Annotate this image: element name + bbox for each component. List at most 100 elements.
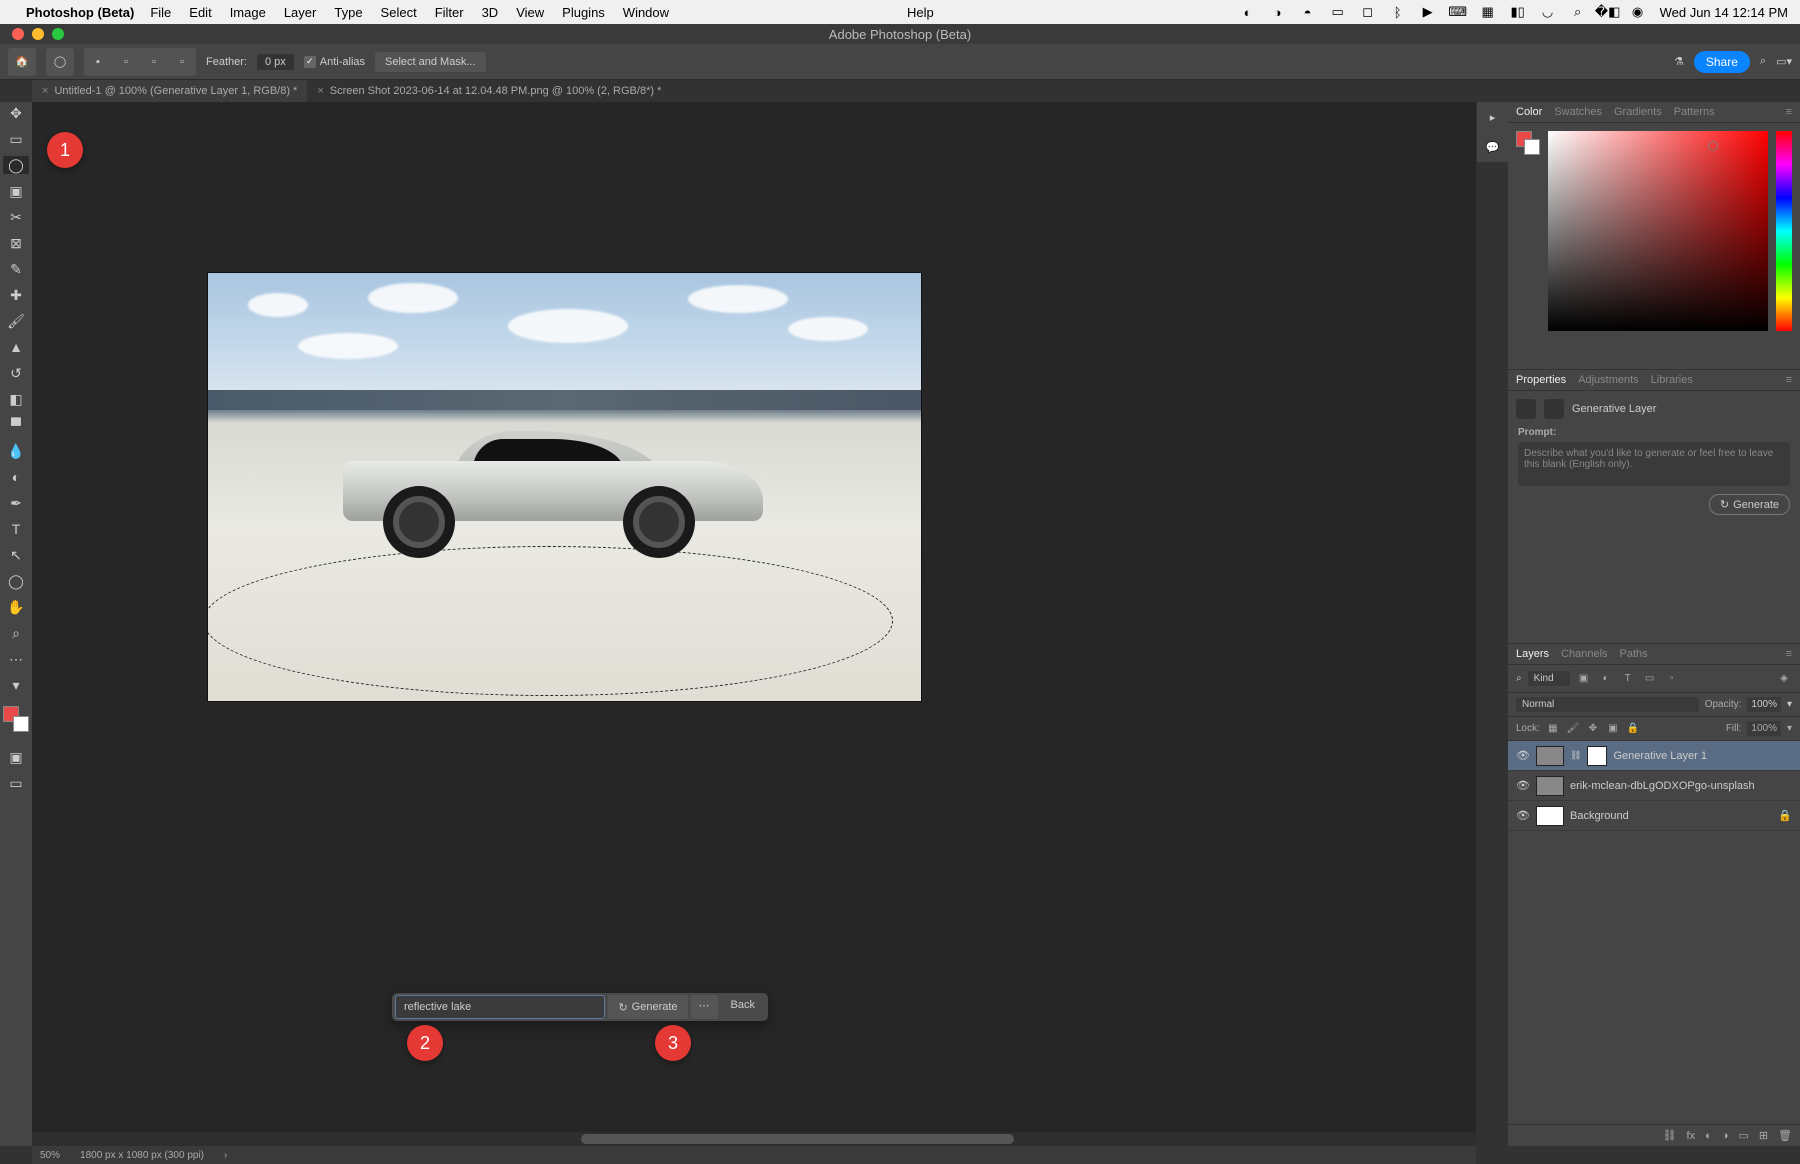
menu-file[interactable]: File [150,5,171,20]
brush-tool[interactable]: 🖌 [3,312,29,330]
prompt-textarea[interactable]: Describe what you'd like to generate or … [1518,442,1790,486]
eraser-tool[interactable]: ◧ [3,390,29,408]
foreground-background-colors[interactable] [3,706,29,732]
filter-pixel-icon[interactable]: ▣ [1576,672,1592,686]
maximize-window-button[interactable] [52,28,64,40]
menu-window[interactable]: Window [623,5,669,20]
close-window-button[interactable] [12,28,24,40]
layer-name[interactable]: erik-mclean-dbLgODXOPgo-unsplash [1570,780,1755,792]
status-icon-2[interactable]: ◑ [1270,4,1286,20]
select-and-mask-button[interactable]: Select and Mask... [375,52,486,72]
layer-thumbnail[interactable] [1536,746,1564,766]
layer-name[interactable]: Background [1570,810,1629,822]
document-tab-1[interactable]: × Untitled-1 @ 100% (Generative Layer 1,… [32,80,307,102]
filter-adjust-icon[interactable]: ◐ [1598,672,1614,686]
status-icon-1[interactable]: ◐ [1240,4,1256,20]
link-icon[interactable]: ⛓ [1570,750,1581,761]
close-tab-icon[interactable]: × [42,85,48,97]
more-options-button[interactable]: ⋯ [691,995,718,1019]
screen-mode-icon[interactable]: ▭ [3,774,29,792]
document-canvas[interactable] [207,272,922,702]
layer-thumbnail[interactable] [1536,776,1564,796]
hand-tool[interactable]: ✋ [3,598,29,616]
generate-button[interactable]: ↻ Generate [608,995,687,1019]
opacity-value[interactable]: 100% [1747,697,1781,712]
visibility-icon[interactable]: 👁 [1516,749,1530,762]
filter-smart-icon[interactable]: ▫ [1664,672,1680,686]
tab-swatches[interactable]: Swatches [1554,106,1602,118]
minimize-window-button[interactable] [32,28,44,40]
tab-libraries[interactable]: Libraries [1651,374,1693,386]
marquee-tool[interactable]: ▭ [3,130,29,148]
antialias-checkbox[interactable]: ✓ Anti-alias [304,56,365,68]
menu-filter[interactable]: Filter [435,5,464,20]
menu-select[interactable]: Select [381,5,417,20]
layer-name[interactable]: Generative Layer 1 [1613,750,1707,762]
background-swatch[interactable] [1524,139,1540,155]
visibility-icon[interactable]: 👁 [1516,779,1530,792]
properties-generate-button[interactable]: ↻ Generate [1709,494,1790,515]
clock[interactable]: Wed Jun 14 12:14 PM [1660,5,1788,20]
background-color-swatch[interactable] [13,716,29,732]
link-layers-icon[interactable]: ⛓ [1663,1129,1677,1142]
panel-menu-icon[interactable]: ≡ [1786,648,1792,660]
layer-fx-icon[interactable]: fx [1687,1130,1696,1142]
visibility-icon[interactable]: 👁 [1516,809,1530,822]
play-icon[interactable]: ▶ [1420,4,1436,20]
screen-icon[interactable]: ◻ [1360,4,1376,20]
workspace-icon[interactable]: ▭▾ [1776,55,1792,68]
tab-properties[interactable]: Properties [1516,374,1566,386]
lock-image-icon[interactable]: 🖌 [1566,723,1580,734]
lock-transparent-icon[interactable]: ▦ [1546,723,1560,734]
chevron-down-icon[interactable]: ▾ [1787,699,1792,710]
tab-channels[interactable]: Channels [1561,648,1607,660]
subtract-selection-icon[interactable]: ▫ [142,50,166,74]
document-info[interactable]: 1800 px x 1080 px (300 ppi) [80,1150,204,1161]
edit-toolbar[interactable]: ▾ [3,676,29,694]
intersect-selection-icon[interactable]: ▫ [170,50,194,74]
clone-stamp-tool[interactable]: ▲ [3,338,29,356]
canvas-area[interactable]: reflective lake ↻ Generate ⋯ Back 1 2 3 [32,102,1476,1146]
pen-tool[interactable]: ✒ [3,494,29,512]
tab-patterns[interactable]: Patterns [1674,106,1715,118]
folder-icon[interactable]: ▭ [1330,4,1346,20]
zoom-tool[interactable]: ⌕ [3,624,29,642]
path-select-tool[interactable]: ↖ [3,546,29,564]
menu-edit[interactable]: Edit [189,5,211,20]
fill-value[interactable]: 100% [1747,721,1781,736]
lock-artboard-icon[interactable]: ▣ [1606,723,1620,734]
chevron-down-icon[interactable]: ▾ [1787,723,1792,734]
dodge-tool[interactable]: ◐ [3,468,29,486]
eyedropper-tool[interactable]: ✎ [3,260,29,278]
mask-thumbnail[interactable] [1587,746,1607,766]
blend-mode-select[interactable]: Normal [1516,697,1699,712]
more-tools[interactable]: ⋯ [3,650,29,668]
collapsed-panel-icon-1[interactable]: ▸ [1490,111,1496,124]
gradient-tool[interactable]: ▀ [3,416,29,434]
menu-image[interactable]: Image [230,5,266,20]
tab-adjustments[interactable]: Adjustments [1578,374,1639,386]
feather-value[interactable]: 0 px [257,54,294,70]
history-brush-tool[interactable]: ↺ [3,364,29,382]
add-selection-icon[interactable]: ▫ [114,50,138,74]
close-tab-icon[interactable]: × [317,85,323,97]
shape-tool[interactable]: ◯ [3,572,29,590]
quick-mask-icon[interactable]: ▣ [3,748,29,766]
frame-tool[interactable]: ⊠ [3,234,29,252]
filter-shape-icon[interactable]: ▭ [1642,672,1658,686]
tab-paths[interactable]: Paths [1620,648,1648,660]
scrollbar-thumb[interactable] [581,1134,1014,1144]
lasso-tool[interactable]: ◯ [3,156,29,174]
tab-layers[interactable]: Layers [1516,648,1549,660]
creative-cloud-icon[interactable]: ◓ [1300,4,1316,20]
calendar-icon[interactable]: ▦ [1480,4,1496,20]
traffic-lights[interactable] [12,28,64,40]
chevron-right-icon[interactable]: › [224,1150,227,1161]
layer-thumbnail[interactable] [1536,806,1564,826]
bluetooth-icon[interactable]: ᛒ [1390,4,1406,20]
object-select-tool[interactable]: ▣ [3,182,29,200]
siri-icon[interactable]: ◉ [1630,4,1646,20]
menu-layer[interactable]: Layer [284,5,317,20]
document-tab-2[interactable]: × Screen Shot 2023-06-14 at 12.04.48 PM.… [307,80,671,102]
type-tool[interactable]: T [3,520,29,538]
